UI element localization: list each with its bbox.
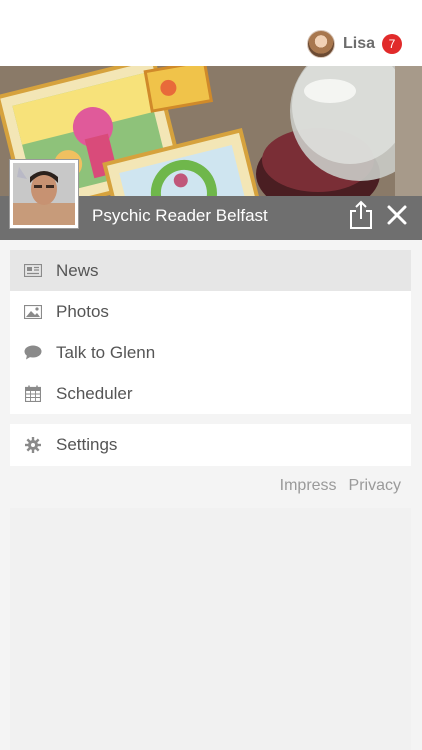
profile-photo-image <box>13 163 75 225</box>
calendar-icon <box>24 385 42 402</box>
top-bar: Lisa 7 <box>0 0 422 66</box>
menu-item-label: Scheduler <box>56 383 133 403</box>
menu-item-label: Photos <box>56 301 109 321</box>
menu-item-label: Settings <box>56 435 118 454</box>
user-name[interactable]: Lisa <box>343 35 375 53</box>
share-icon <box>350 200 372 229</box>
menu-item-label: News <box>56 260 99 280</box>
empty-panel <box>10 508 411 750</box>
gear-icon <box>24 437 42 453</box>
close-button[interactable] <box>384 202 410 228</box>
chat-bubble-icon <box>24 345 42 361</box>
page-title: Psychic Reader Belfast <box>92 206 268 225</box>
close-icon <box>387 205 407 225</box>
settings-section: Settings <box>10 424 411 466</box>
cover-header: Psychic Reader Belfast <box>0 66 422 240</box>
image-icon <box>24 304 42 320</box>
menu-item-label: Talk to Glenn <box>56 342 156 362</box>
menu-item-photos[interactable]: Photos <box>10 291 411 332</box>
menu-item-news[interactable]: News <box>10 250 411 291</box>
menu-item-settings[interactable]: Settings <box>10 424 411 466</box>
privacy-link[interactable]: Privacy <box>349 477 401 495</box>
profile-picture[interactable] <box>10 160 78 228</box>
impress-link[interactable]: Impress <box>280 477 337 495</box>
newspaper-icon <box>24 263 42 279</box>
user-account[interactable]: Lisa 7 <box>306 30 402 58</box>
navigation-menu: News Photos Talk to Glenn Scheduler <box>10 250 411 414</box>
menu-item-talk-to-glenn[interactable]: Talk to Glenn <box>10 332 411 373</box>
share-button[interactable] <box>348 200 374 230</box>
footer-links: Impress Privacy <box>280 477 401 495</box>
menu-item-scheduler[interactable]: Scheduler <box>10 373 411 414</box>
user-avatar[interactable] <box>306 30 335 58</box>
notification-badge[interactable]: 7 <box>382 34 402 54</box>
